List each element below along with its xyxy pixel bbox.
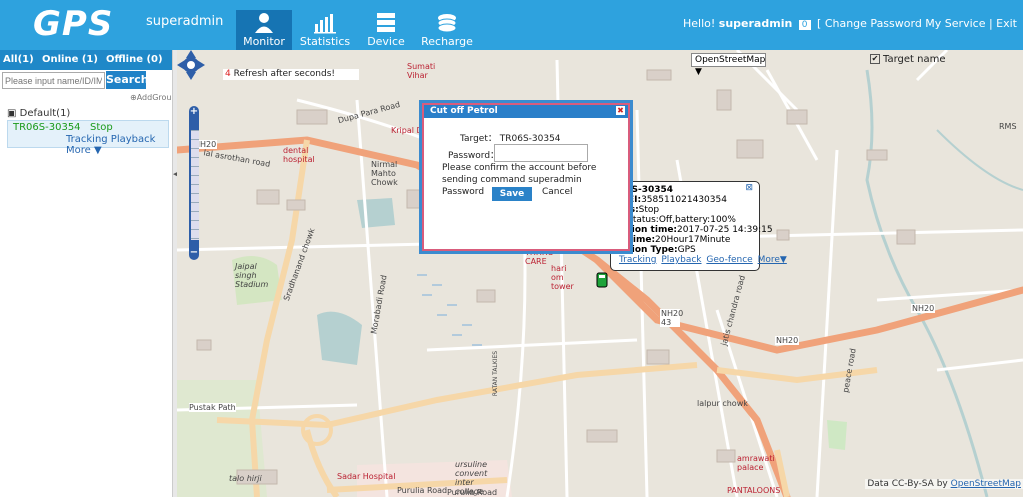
label-sradhanand: Sradhanand chowk (281, 227, 317, 302)
map-layer-select[interactable]: OpenStreetMap ▼ (691, 53, 766, 77)
label-ratan: RATAN TALKIES (492, 350, 500, 397)
info-link-playback[interactable]: Playback (661, 255, 701, 265)
device-list-panel: All(1) Online (1) Offline (0) Search ⊕Ad… (0, 50, 177, 497)
label-purulia-road: Purulia Road (397, 486, 448, 495)
dialog-target: Target： TR06S-30354 (460, 131, 561, 144)
label-nh20-east: NH20 (911, 304, 936, 313)
label-morabadi: Morabadi Road (369, 274, 389, 335)
info-links: Tracking Playback Geo-fence More▼ (619, 255, 789, 265)
label-hari-om: hari om tower (551, 264, 574, 291)
label-nh20-43: NH20 43 (660, 309, 684, 327)
password-field[interactable] (494, 144, 588, 162)
nav-statistics-label: Statistics (299, 35, 351, 48)
top-header: GPS superadmin Monitor Statistics Device… (0, 0, 1023, 50)
device-info-popup: ⊠ 06S-30354 MEI:358511021430354 tus:Stop… (610, 181, 787, 271)
nav-device[interactable]: Device (358, 10, 414, 50)
label-nh20-mid: NH20 (775, 336, 800, 345)
refresh-count: 4 (225, 69, 231, 79)
user-icon (255, 13, 273, 33)
label-dental-hospital: dental hospital (283, 146, 315, 164)
info-close-icon[interactable]: ⊠ (745, 183, 753, 193)
label-lal-asrothan: lal asrothan road (202, 148, 271, 169)
info-link-tracking[interactable]: Tracking (619, 255, 656, 265)
device-filter-tabs: All(1) Online (1) Offline (0) (0, 50, 172, 70)
server-icon (377, 13, 395, 32)
dialog-title: Cut off Petrol (430, 106, 498, 116)
label-amrawati: amrawati palace (737, 454, 775, 472)
message-count-badge[interactable]: 0 (798, 20, 811, 30)
target-label: Target： (460, 134, 497, 144)
header-links[interactable]: [ Change Password My Service | Exit (817, 17, 1017, 30)
account-name: superadmin (146, 14, 224, 29)
gps-logo: GPS (33, 4, 114, 44)
coins-icon (437, 14, 457, 33)
label-sumati-vihar: Sumati Vihar (407, 62, 436, 80)
label-jaipal-stadium: Jaipal singh Stadium (235, 262, 269, 289)
search-input[interactable] (2, 72, 105, 89)
zoom-in-icon[interactable]: + (189, 107, 199, 117)
group-default[interactable]: ▣ Default(1) (7, 108, 70, 119)
tab-online[interactable]: Online (1) (42, 54, 98, 65)
nav-monitor-label: Monitor (243, 35, 285, 48)
osm-link[interactable]: OpenStreetMap (951, 479, 1021, 489)
tab-offline[interactable]: Offline (0) (106, 54, 163, 65)
info-position-type: sition Type:GPS (619, 245, 696, 255)
dialog-title-bar: Cut off Petrol ✖ (424, 105, 628, 118)
nav-recharge[interactable]: Recharge (419, 10, 475, 50)
add-group-link[interactable]: ⊕AddGroup (130, 93, 177, 102)
target-name-toggle[interactable]: ✔ Target name (870, 54, 945, 65)
label-purulia-road-2: Purulia Road (447, 488, 498, 497)
label-sadar-hospital: Sadar Hospital (337, 472, 396, 481)
nav-recharge-label: Recharge (421, 35, 473, 48)
label-dupa-road: Dupa Para Road (336, 99, 402, 126)
label-nirmal-chowk: Nirmal Mahto Chowk (371, 160, 398, 187)
zoom-track[interactable] (191, 130, 199, 240)
label-lalpur-chowk: lalpur chowk (697, 399, 748, 408)
zoom-out-icon[interactable]: − (189, 248, 199, 258)
pan-control[interactable] (177, 50, 205, 80)
refresh-countdown: 4 Refresh after seconds! (223, 69, 359, 80)
device-name[interactable]: TR06S-30354 (13, 122, 81, 133)
info-acc-status: C status:Off,battery:100% (619, 215, 736, 225)
hello-prefix: Hello! (683, 17, 716, 30)
label-jatis-road: jatis chandra road (719, 274, 747, 347)
hello-user: superadmin (718, 17, 793, 30)
label-talo: talo hirji (229, 474, 262, 483)
vehicle-marker-icon[interactable] (596, 272, 608, 288)
info-link-more[interactable]: More▼ (758, 255, 787, 265)
info-link-geofence[interactable]: Geo-fence (706, 255, 752, 265)
device-action-links[interactable]: Tracking Playback More ▼ (66, 134, 168, 156)
nav-statistics[interactable]: Statistics (297, 10, 353, 50)
bar-chart-icon (314, 14, 336, 34)
refresh-text: Refresh after seconds! (233, 69, 336, 79)
device-row[interactable]: TR06S-30354 Stop Tracking Playback More … (7, 120, 169, 156)
tab-all[interactable]: All(1) (3, 54, 34, 65)
map-attribution: Data CC-By-SA by OpenStreetMap (865, 479, 1023, 489)
user-greeting: Hello! superadmin 0 [ Change Password My… (683, 17, 1017, 30)
device-status: Stop (90, 122, 113, 133)
target-name-checkbox[interactable]: ✔ (870, 54, 880, 64)
password-label: Password： (448, 151, 500, 161)
info-imei: MEI:358511021430354 (619, 195, 727, 205)
target-name-label: Target name (883, 54, 946, 65)
target-value: TR06S-30354 (499, 134, 561, 144)
label-rms: RMS (999, 122, 1017, 131)
label-peace-road: peace road (841, 347, 858, 394)
save-button[interactable]: Save (492, 187, 532, 201)
cut-off-petrol-dialog: Cut off Petrol ✖ Target： TR06S-30354 Pas… (422, 103, 630, 251)
nav-monitor[interactable]: Monitor (236, 10, 292, 50)
dialog-close-icon[interactable]: ✖ (616, 106, 625, 115)
cancel-button[interactable]: Cancel (542, 187, 573, 197)
search-button[interactable]: Search (106, 71, 149, 89)
nav-device-label: Device (367, 35, 405, 48)
info-stop-time: p time:20Hour17Minute (619, 235, 731, 245)
info-position-time: sition time:2017-07-25 14:39:15 (619, 225, 773, 235)
label-pustak-path: Pustak Path (189, 403, 236, 412)
label-pantaloons: PANTALOONS (727, 486, 781, 495)
